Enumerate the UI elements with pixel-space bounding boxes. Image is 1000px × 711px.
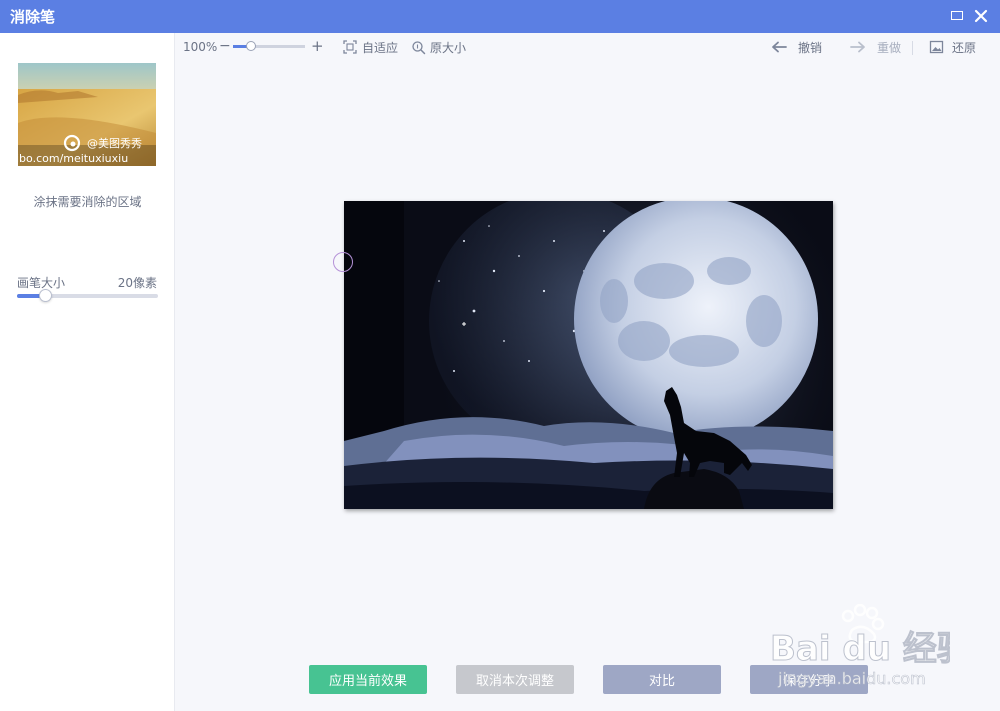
undo-label: 撤销	[798, 40, 823, 55]
brush-size-value: 20像素	[117, 276, 157, 290]
undo-button[interactable]: 撤销	[770, 37, 822, 57]
zoom-percent: 100%	[183, 40, 218, 54]
brush-size-label: 画笔大小	[17, 276, 66, 290]
hint-text: 涂抹需要消除的区域	[33, 195, 142, 209]
apply-effect-button[interactable]: 应用当前效果	[309, 665, 427, 694]
zoom-slider-handle[interactable]	[246, 41, 256, 51]
toolbar: 100% − + 自适应 原大小 撤销 重做 还原	[176, 33, 1000, 61]
compare-button[interactable]: 对比	[603, 665, 721, 694]
watermark-url: jingyan.baidu.com	[777, 669, 926, 688]
title-bar: 消除笔	[0, 0, 1000, 33]
close-button[interactable]	[972, 7, 990, 25]
zoom-out-button[interactable]: −	[219, 38, 231, 54]
fit-button[interactable]: 自适应	[342, 37, 398, 57]
restore-button[interactable]: 还原	[929, 37, 976, 57]
original-size-button[interactable]: 原大小	[411, 37, 466, 57]
sample-caption: ibo.com/meituxiuxiu	[18, 152, 128, 165]
brush-cursor	[333, 252, 353, 272]
undo-arrow-icon	[772, 41, 787, 53]
toolbar-separator	[912, 41, 913, 55]
original-size-label: 原大小	[430, 40, 467, 55]
fit-label: 自适应	[362, 40, 399, 55]
sample-thumbnail: @美图秀秀 ibo.com/meituxiuxiu	[18, 63, 156, 166]
left-panel: @美图秀秀 ibo.com/meituxiuxiu 涂抹需要消除的区域 画笔大小…	[0, 33, 175, 711]
redo-arrow-icon	[850, 41, 865, 53]
zoom-slider[interactable]	[233, 41, 305, 51]
cancel-adjustment-button[interactable]: 取消本次调整	[456, 665, 574, 694]
sample-handle: @美图秀秀	[87, 137, 142, 150]
restore-label: 还原	[952, 40, 977, 55]
watermark-text: Bai du 经验	[770, 629, 950, 669]
baidu-watermark: Bai du 经验 jingyan.baidu.com	[770, 603, 971, 694]
maximize-icon	[951, 11, 963, 20]
brush-size-slider-handle[interactable]	[39, 289, 53, 302]
zoom-in-button[interactable]: +	[311, 37, 324, 55]
fit-icon	[343, 40, 357, 54]
window-title: 消除笔	[10, 8, 56, 26]
redo-button[interactable]: 重做	[849, 37, 901, 57]
magnifier-icon	[412, 40, 426, 54]
image-icon	[929, 40, 944, 54]
maximize-button[interactable]	[948, 7, 966, 25]
canvas-image[interactable]	[344, 201, 833, 509]
redo-label: 重做	[877, 40, 902, 55]
brush-size-slider[interactable]	[17, 289, 158, 302]
close-icon	[974, 9, 988, 23]
